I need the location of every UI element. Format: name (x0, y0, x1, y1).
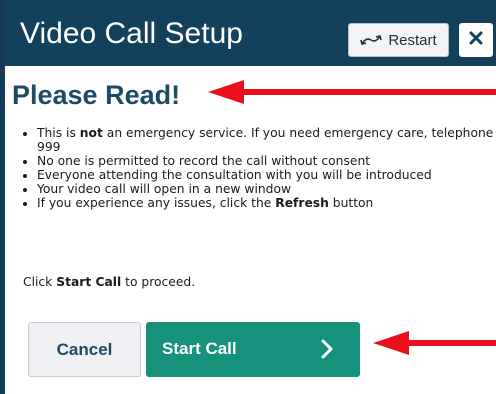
list-item: This is not an emergency service. If you… (37, 126, 496, 154)
refresh-emphasis: Refresh (275, 196, 329, 210)
please-read-heading: Please Read! (12, 80, 181, 110)
notice-text: button (328, 196, 374, 210)
notice-list: This is not an emergency service. If you… (19, 126, 496, 210)
proceed-instruction: Click Start Call to proceed. (23, 274, 195, 290)
notice-continuation: 999 (37, 140, 61, 154)
list-item: Everyone attending the consultation with… (37, 168, 496, 182)
restart-label: Restart (388, 31, 437, 49)
restart-button[interactable]: Restart (348, 23, 449, 57)
dialog-left-border (0, 0, 5, 394)
start-call-label: Start Call (162, 339, 237, 358)
list-item: If you experience any issues, click the … (37, 196, 496, 210)
close-icon (469, 31, 483, 50)
red-arrow-icon (208, 80, 496, 104)
start-call-button[interactable]: Start Call (146, 322, 360, 377)
notice-text: This is (37, 126, 80, 140)
red-arrow-icon (373, 331, 496, 355)
notice-text: an emergency service. If you need emerge… (102, 126, 494, 140)
proceed-text: Click (23, 275, 57, 289)
cancel-label: Cancel (56, 339, 113, 359)
list-item: No one is permitted to record the call w… (37, 154, 496, 168)
video-call-setup-dialog: Video Call Setup Restart Please Read! • … (0, 0, 496, 394)
restart-arrows-icon (360, 33, 383, 47)
titlebar: Video Call Setup Restart (0, 0, 496, 66)
dialog-title: Video Call Setup (20, 17, 243, 50)
notice-text: If you experience any issues, click the (37, 196, 276, 210)
proceed-emphasis: Start Call (56, 275, 122, 289)
proceed-text: to proceed. (121, 275, 196, 289)
notice-emphasis: not (79, 126, 103, 140)
chevron-right-icon (320, 339, 334, 364)
list-item: Your video call will open in a new windo… (37, 182, 496, 196)
close-button[interactable] (459, 23, 493, 57)
cancel-button[interactable]: Cancel (28, 322, 141, 377)
